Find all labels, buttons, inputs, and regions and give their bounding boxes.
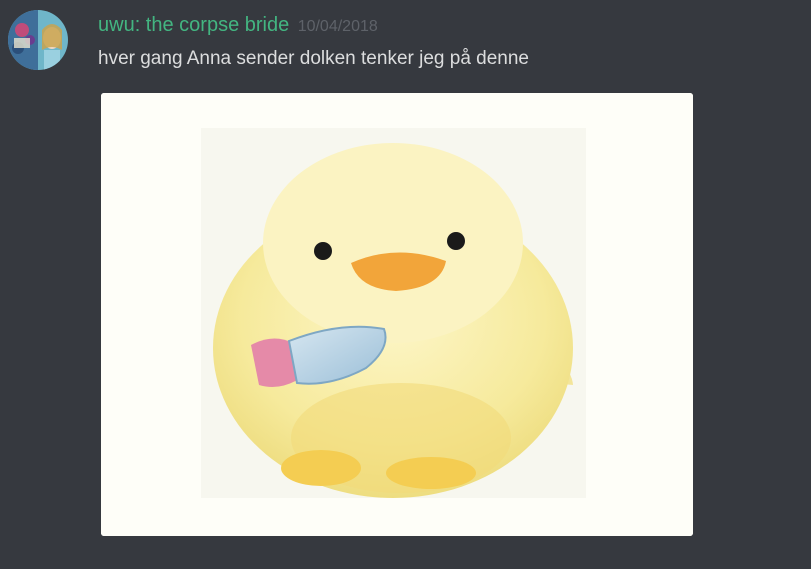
image-attachment[interactable]: [101, 93, 693, 536]
chick-with-knife-image: [101, 93, 693, 536]
chat-message: uwu: the corpse bride 10/04/2018 hver ga…: [0, 0, 811, 569]
user-avatar-icon[interactable]: [8, 10, 68, 70]
message-header: uwu: the corpse bride 10/04/2018: [98, 12, 378, 40]
message-text: hver gang Anna sender dolken tenker jeg …: [98, 48, 529, 69]
message-timestamp: 10/04/2018: [297, 18, 378, 35]
username-link[interactable]: uwu: the corpse bride: [98, 14, 289, 36]
